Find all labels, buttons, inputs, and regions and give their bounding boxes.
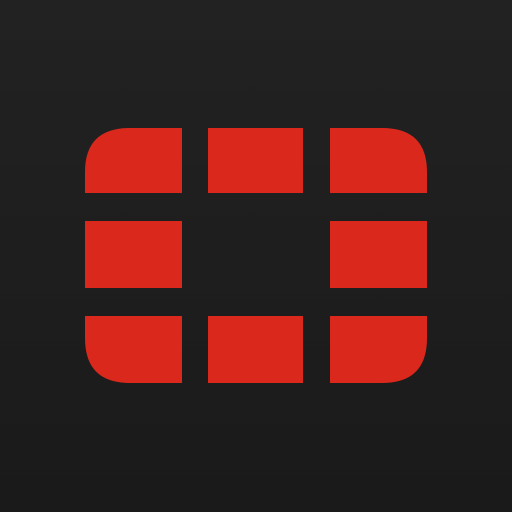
logo-block-bottom-left: [85, 316, 182, 383]
fortinet-logo-icon: [85, 128, 427, 383]
app-icon-tile[interactable]: [0, 0, 512, 512]
logo-block-bottom-right: [330, 316, 427, 383]
logo-block-top-center: [208, 128, 303, 193]
logo-block-top-left: [85, 128, 182, 193]
logo-block-top-right: [330, 128, 427, 193]
logo-block-middle-left: [85, 221, 182, 288]
logo-block-middle-right: [330, 221, 427, 288]
logo-block-bottom-center: [208, 316, 303, 383]
